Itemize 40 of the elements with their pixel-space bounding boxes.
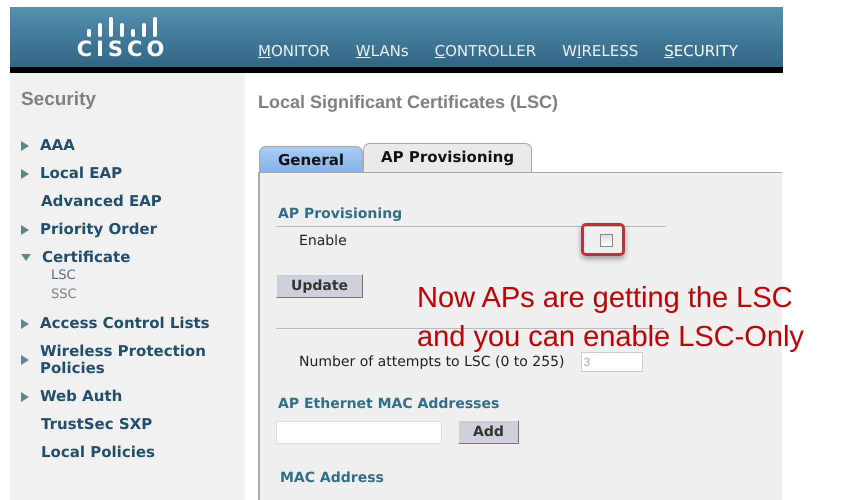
sidebar-subitem[interactable]: LSC (51, 266, 222, 285)
mac-address-field[interactable] (276, 420, 442, 444)
expand-arrow-icon[interactable] (21, 140, 29, 150)
sidebar-item[interactable]: Local EAP (40, 165, 220, 182)
nav-tab[interactable]: WIRELESS (549, 42, 652, 67)
update-button[interactable]: Update (276, 274, 364, 298)
sidebar-item[interactable]: Access Control Lists (40, 315, 220, 332)
sidebar-item[interactable]: Local Policies (41, 444, 221, 461)
add-button[interactable]: Add (458, 420, 519, 444)
sidebar-item[interactable]: Certificate (42, 249, 222, 266)
sidebar-title: Security (21, 89, 97, 111)
column-heading: MAC Address (279, 470, 385, 488)
expand-arrow-icon[interactable] (21, 318, 29, 328)
sidebar-item[interactable]: Advanced EAP (41, 193, 221, 210)
expand-arrow-icon[interactable] (21, 224, 29, 234)
sidebar-item[interactable]: Wireless Protection Policies (40, 343, 220, 377)
collapse-arrow-icon[interactable] (21, 254, 31, 262)
section-heading: AP Provisioning (276, 206, 666, 227)
annotation-text: Now APs are getting the LSC (417, 282, 794, 314)
enable-label: Enable (299, 232, 347, 248)
sidebar-item[interactable]: Web Auth (40, 388, 220, 405)
cisco-logo: CISCO (10, 13, 235, 61)
sidebar-item[interactable]: AAA (40, 137, 220, 154)
tab[interactable]: General (259, 146, 363, 172)
expand-arrow-icon[interactable] (21, 355, 29, 365)
attempts-label: Number of attempts to LSC (0 to 255) (299, 354, 564, 370)
sidebar-item[interactable]: Priority Order (40, 221, 220, 238)
nav-tab[interactable]: MONITOR (245, 42, 343, 67)
sidebar-item[interactable]: TrustSec SXP (41, 416, 221, 433)
enable-checkbox[interactable] (600, 234, 613, 247)
page-title: Local Significant Certificates (LSC) (258, 92, 560, 113)
tab[interactable]: AP Provisioning (363, 143, 532, 172)
nav-tab[interactable]: SECURITY (651, 42, 751, 67)
section-heading: AP Ethernet MAC Addresses (277, 396, 500, 414)
nav-tab[interactable]: CONTROLLER (422, 42, 550, 67)
highlight-frame (581, 223, 625, 256)
expand-arrow-icon[interactable] (21, 392, 29, 402)
expand-arrow-icon[interactable] (21, 168, 29, 178)
annotation-text: and you can enable LSC-Only (417, 321, 804, 353)
nav-tab[interactable]: WLANs (342, 42, 422, 67)
